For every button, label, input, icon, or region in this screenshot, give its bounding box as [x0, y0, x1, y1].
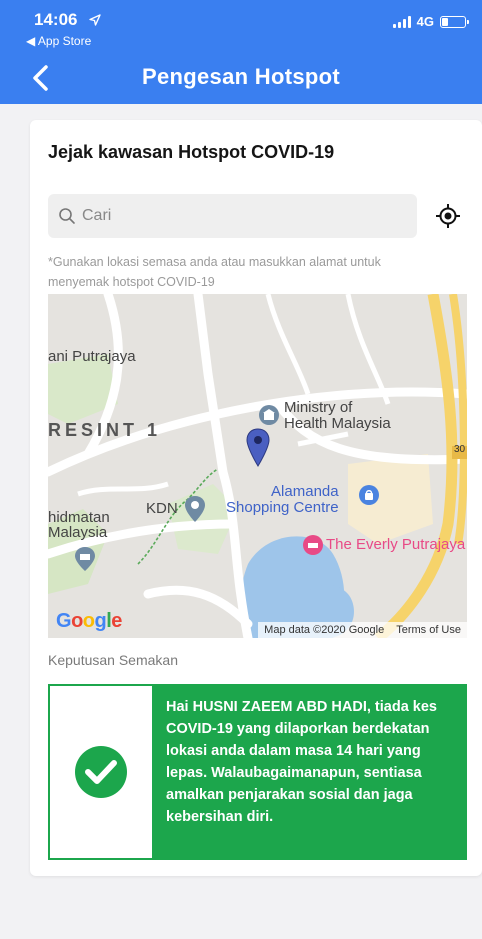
search-icon	[59, 208, 75, 224]
search-hint: *Gunakan lokasi semasa anda atau masukka…	[48, 255, 381, 289]
result-box: Hai HUSNI ZAEEM ABD HADI, tiada kes COVI…	[48, 684, 467, 860]
location-arrow-icon	[89, 14, 101, 26]
building-poi-icon	[75, 547, 95, 571]
signal-icon	[392, 15, 411, 28]
battery-icon	[440, 15, 469, 28]
map-label-ministry: Ministry of Health Malaysia	[284, 399, 391, 432]
map-label-khidmatan: hidmatan Malaysia	[48, 509, 110, 541]
map-label-putrajaya: ani Putrajaya	[48, 348, 136, 365]
search-input[interactable]	[82, 207, 382, 225]
terms-of-use-link[interactable]: Terms of Use	[396, 624, 461, 636]
map-data-text: Map data ©2020 Google	[264, 624, 385, 636]
result-icon-area	[50, 686, 152, 858]
current-location-icon[interactable]	[435, 203, 461, 229]
map-label-everly: The Everly Putrajaya	[326, 536, 466, 553]
result-section-label: Keputusan Semakan	[48, 652, 178, 668]
status-time: 14:06	[34, 10, 78, 29]
app-header: 14:06 ◀ App Store 4G Pengesan Hotspot	[0, 0, 482, 104]
kdn-poi-icon	[185, 496, 205, 522]
page-title: Pengesan Hotspot	[142, 64, 340, 89]
check-circle-icon	[75, 746, 127, 798]
status-indicators: 4G	[392, 14, 469, 29]
result-message: Hai HUSNI ZAEEM ABD HADI, tiada kes COVI…	[152, 686, 465, 858]
map-label-alamanda: Alamanda Shopping Centre	[226, 483, 339, 516]
hotspot-map[interactable]: ani Putrajaya RESINT 1 Ministry of Healt…	[48, 294, 467, 638]
map-label-kdn: KDN	[146, 500, 178, 517]
map-attribution: Map data ©2020 Google Terms of Use	[258, 622, 467, 638]
hotspot-card: Jejak kawasan Hotspot COVID-19 *Gunakan …	[30, 120, 482, 876]
search-bar[interactable]	[48, 194, 417, 238]
location-pin-icon[interactable]	[246, 428, 270, 468]
map-label-road-number: 30	[454, 444, 466, 455]
card-title: Jejak kawasan Hotspot COVID-19	[48, 142, 335, 162]
ministry-poi-icon	[259, 405, 279, 425]
hotel-poi-icon	[303, 535, 323, 555]
google-logo: Google	[56, 610, 122, 632]
app-store-back-link[interactable]: ◀ App Store	[26, 34, 91, 48]
network-type: 4G	[416, 14, 434, 29]
map-label-presint: RESINT 1	[48, 420, 162, 440]
shopping-poi-icon	[359, 485, 379, 505]
